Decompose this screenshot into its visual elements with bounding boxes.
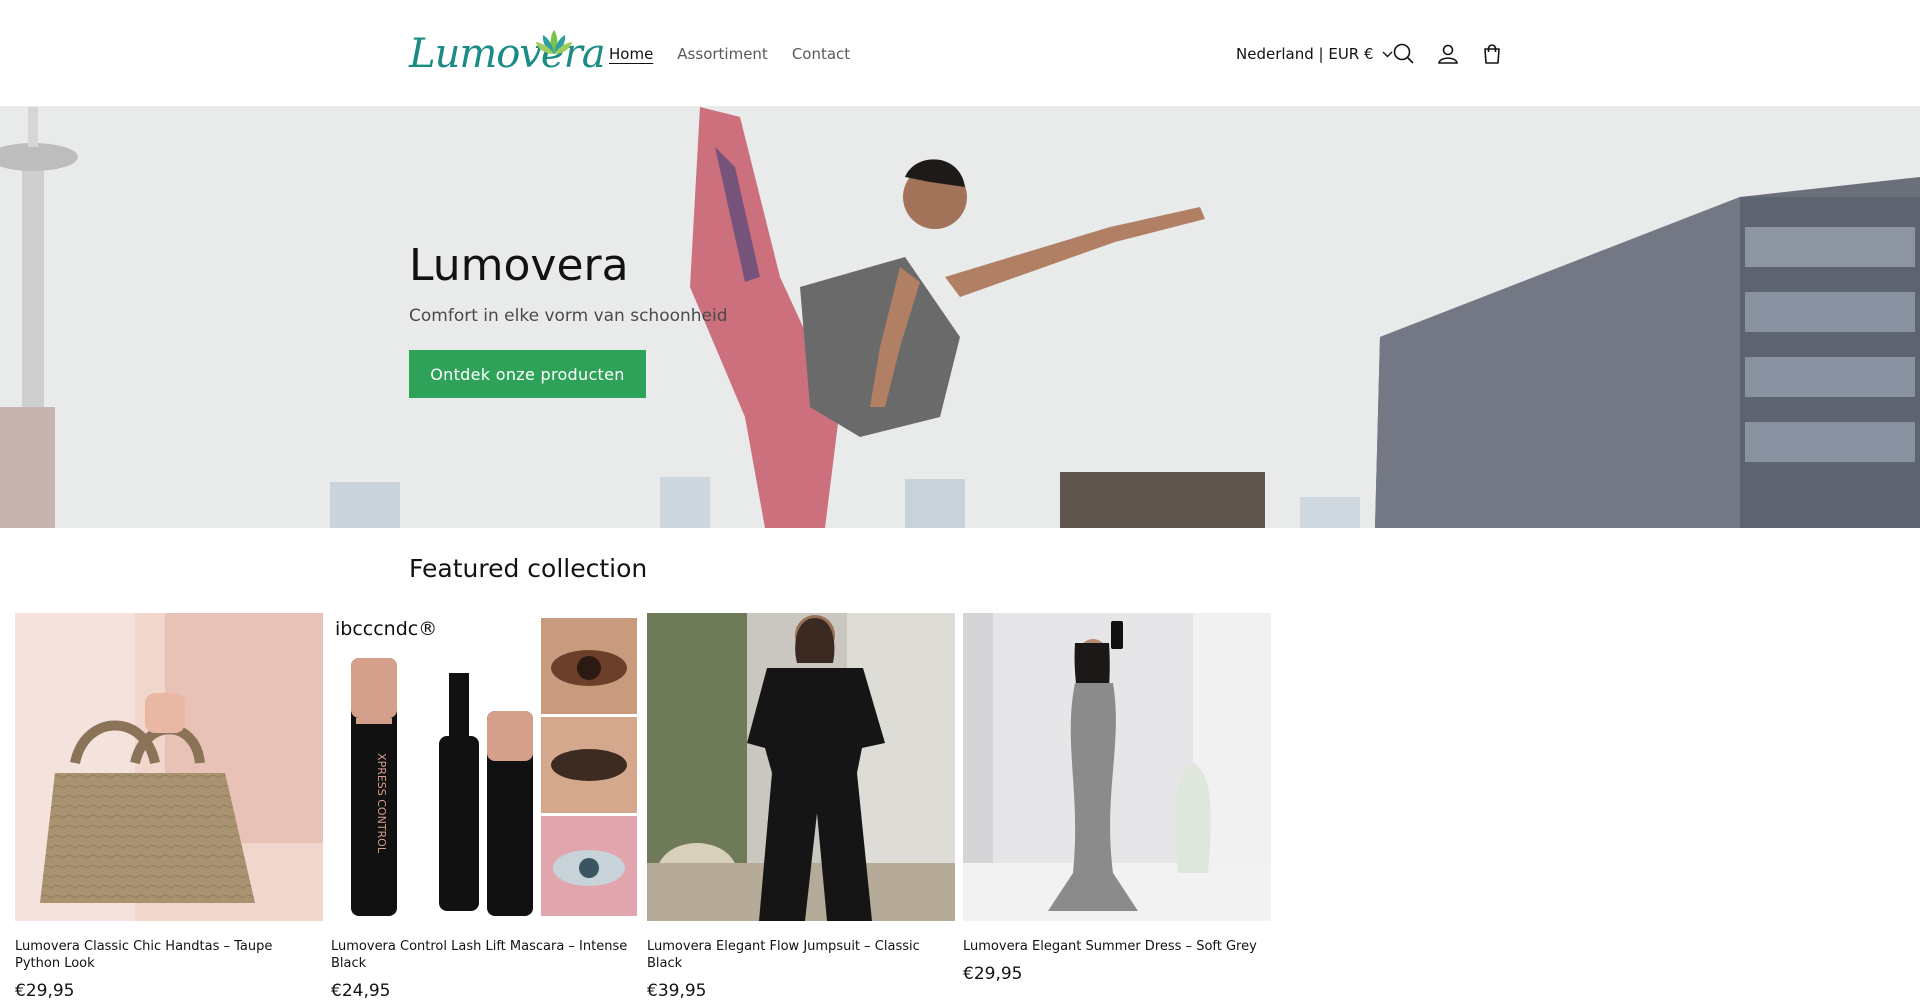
product-price: €29,95: [963, 964, 1023, 984]
product-card[interactable]: ibcccndc® XPRESS CONTROL Lumovera Contro…: [331, 613, 639, 1002]
logo-wordmark: Lumovera: [409, 31, 606, 77]
product-image-mascara[interactable]: ibcccndc® XPRESS CONTROL: [331, 613, 639, 921]
product-title[interactable]: Lumovera Elegant Flow Jumpsuit – Classic…: [647, 938, 947, 972]
site-logo[interactable]: Lumovera: [409, 28, 606, 80]
product-card[interactable]: Lumovera Elegant Summer Dress – Soft Gre…: [963, 613, 1271, 985]
region-label: Nederland | EUR €: [1236, 45, 1374, 63]
featured-collection-heading: Featured collection: [409, 554, 648, 583]
country-currency-selector[interactable]: Nederland | EUR €: [1236, 42, 1393, 66]
hero-image-yoga: [0, 107, 1920, 528]
product-image-handbag[interactable]: [15, 613, 323, 921]
nav-contact[interactable]: Contact: [792, 42, 850, 66]
product-image-jumpsuit[interactable]: [647, 613, 955, 921]
site-header: Lumovera Home Assortiment Contact Nederl…: [0, 0, 1920, 107]
hero-title: Lumovera: [409, 240, 629, 291]
product-card[interactable]: Lumovera Classic Chic Handtas – Taupe Py…: [15, 613, 323, 1002]
nav-home[interactable]: Home: [609, 42, 653, 66]
nav-assortiment[interactable]: Assortiment: [677, 42, 768, 66]
hero-banner: Lumovera Comfort in elke vorm van schoon…: [0, 107, 1920, 528]
product-price: €29,95: [15, 981, 75, 1001]
product-price: €24,95: [331, 981, 391, 1001]
mascara-product-print: XPRESS CONTROL: [375, 753, 388, 854]
product-price: €39,95: [647, 981, 707, 1001]
discover-products-button[interactable]: Ontdek onze producten: [409, 350, 646, 398]
product-image-dress[interactable]: [963, 613, 1271, 921]
mascara-brand-text: ibcccndc®: [335, 618, 437, 640]
product-title[interactable]: Lumovera Elegant Summer Dress – Soft Gre…: [963, 938, 1263, 955]
product-title[interactable]: Lumovera Classic Chic Handtas – Taupe Py…: [15, 938, 315, 972]
account-icon[interactable]: [1434, 40, 1462, 68]
search-icon[interactable]: [1390, 40, 1418, 68]
lotus-icon: [536, 30, 572, 54]
cart-icon[interactable]: [1478, 40, 1506, 68]
hero-subtitle: Comfort in elke vorm van schoonheid: [409, 306, 728, 326]
main-nav: Home Assortiment Contact: [609, 42, 850, 66]
product-card[interactable]: Lumovera Elegant Flow Jumpsuit – Classic…: [647, 613, 955, 1002]
product-title[interactable]: Lumovera Control Lash Lift Mascara – Int…: [331, 938, 631, 972]
